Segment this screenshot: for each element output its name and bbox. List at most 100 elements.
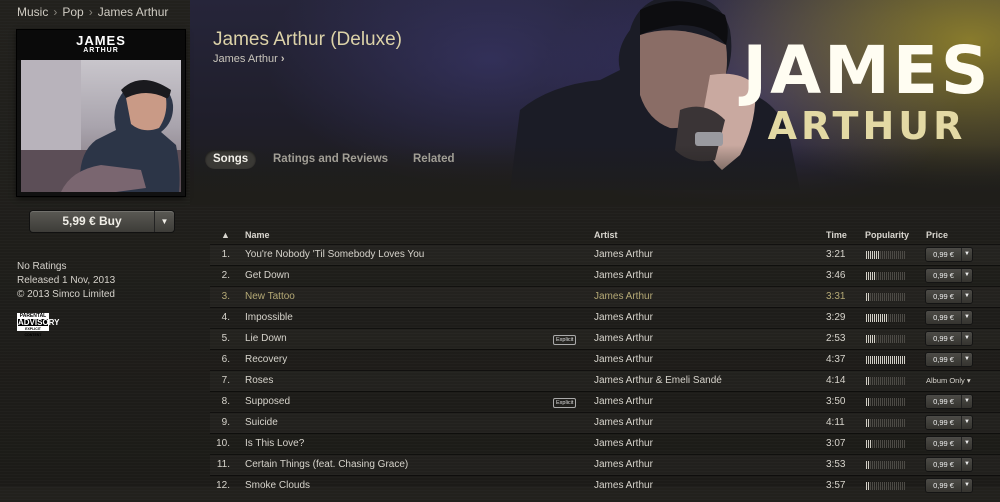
table-row[interactable]: 5. Lie Down Explicit James Arthur 2:53 0,99 €… [210, 328, 1000, 349]
track-time: 2:53 [826, 333, 846, 344]
track-time: 3:07 [826, 438, 846, 449]
track-number: 8. [221, 396, 230, 407]
popularity-bar [866, 272, 906, 280]
popularity-bar [866, 251, 906, 259]
breadcrumb-artist: James Arthur [97, 5, 169, 19]
price-button[interactable]: 0,99 € ▼ [926, 248, 972, 261]
price-button[interactable]: 0,99 € ▼ [926, 311, 972, 324]
chevron-down-icon[interactable]: ▼ [961, 353, 972, 366]
track-name: Roses [245, 375, 274, 386]
chevron-down-icon[interactable]: ▼ [961, 248, 972, 261]
price-button[interactable]: 0,99 € ▼ [926, 479, 972, 492]
album-artist-name: James Arthur [213, 53, 278, 65]
track-number: 4. [221, 312, 230, 323]
tab-songs[interactable]: Songs [205, 150, 257, 169]
chevron-down-icon[interactable]: ▼ [961, 269, 972, 282]
price-button[interactable]: 0,99 € ▼ [926, 353, 972, 366]
track-artist: James Arthur [594, 417, 653, 428]
album-cover[interactable]: JAMES ARTHUR [17, 30, 185, 196]
table-row[interactable]: 3. New Tattoo James Arthur 3:31 0,99 € ▼ [210, 286, 1000, 307]
track-time: 3:57 [826, 480, 846, 491]
track-name: Smoke Clouds [245, 480, 311, 491]
track-time: 3:21 [826, 249, 846, 260]
cover-title: JAMES ARTHUR [17, 30, 185, 60]
track-artist: James Arthur [594, 249, 653, 260]
breadcrumb-music[interactable]: Music [17, 5, 48, 19]
chevron-down-icon[interactable]: ▼ [961, 479, 972, 492]
price-button[interactable]: 0,99 € ▼ [926, 269, 972, 282]
price-button[interactable]: 0,99 € ▼ [926, 437, 972, 450]
popularity-bar [866, 482, 906, 490]
chevron-right-icon: › [280, 53, 285, 65]
price-label: 0,99 € [933, 397, 954, 406]
table-row[interactable]: 2. Get Down James Arthur 3:46 0,99 € ▼ [210, 265, 1000, 286]
column-price[interactable]: Price [926, 230, 948, 240]
chevron-down-icon[interactable]: ▼ [154, 211, 174, 232]
table-row[interactable]: 8. Supposed Explicit James Arthur 3:50 0,99 €… [210, 391, 1000, 412]
copyright: © 2013 Simco Limited [17, 289, 115, 300]
track-artist: James Arthur [594, 312, 653, 323]
track-number: 12. [216, 480, 230, 491]
track-time: 3:50 [826, 396, 846, 407]
table-row[interactable]: 9. Suicide James Arthur 4:11 0,99 € ▼ [210, 412, 1000, 433]
release-date: Released 1 Nov, 2013 [17, 275, 116, 286]
buy-album-button[interactable]: 5,99 € Buy ▼ [30, 211, 174, 232]
price-button[interactable]: 0,99 € ▼ [926, 395, 972, 408]
parental-bot: EXPLICIT CONTENT [24, 327, 42, 337]
track-artist: James Arthur [594, 270, 653, 281]
sort-icon[interactable]: ▲ [221, 230, 230, 240]
price-button[interactable]: 0,99 € ▼ [926, 458, 972, 471]
price-button[interactable]: 0,99 € ▼ [926, 290, 972, 303]
price-button[interactable]: 0,99 € ▼ [926, 332, 972, 345]
parental-mid: ADVISORY [18, 318, 60, 327]
track-number: 2. [221, 270, 230, 281]
track-number: 11. [216, 459, 230, 470]
track-name: Suicide [245, 417, 278, 428]
column-time[interactable]: Time [826, 230, 847, 240]
breadcrumb: Music › Pop › James Arthur [17, 5, 168, 19]
table-row[interactable]: 7. Roses James Arthur & Emeli Sandé 4:14 Alb… [210, 370, 1000, 391]
popularity-bar [866, 419, 906, 427]
track-artist: James Arthur [594, 291, 653, 302]
chevron-down-icon[interactable]: ▼ [961, 458, 972, 471]
breadcrumb-pop[interactable]: Pop [62, 5, 83, 19]
track-time: 4:14 [826, 375, 846, 386]
column-name[interactable]: Name [245, 230, 270, 240]
chevron-down-icon[interactable]: ▼ [961, 290, 972, 303]
table-row[interactable]: 4. Impossible James Arthur 3:29 0,99 € ▼ [210, 307, 1000, 328]
cover-title-line1: JAMES [76, 33, 126, 48]
price-label: 0,99 € [933, 271, 954, 280]
track-time: 4:37 [826, 354, 846, 365]
price-label: 0,99 € [933, 250, 954, 259]
tab-related[interactable]: Related [405, 150, 463, 169]
chevron-down-icon[interactable]: ▼ [961, 437, 972, 450]
price-label: 0,99 € [933, 334, 954, 343]
table-row[interactable]: 10. Is This Love? James Arthur 3:07 0,99 € ▼ [210, 433, 1000, 454]
chevron-right-icon: › [88, 5, 93, 19]
track-name: Lie Down [245, 333, 287, 344]
track-name: Is This Love? [245, 438, 305, 449]
table-row[interactable]: 1. You're Nobody 'Til Somebody Loves You J… [210, 244, 1000, 265]
chevron-down-icon[interactable]: ▼ [961, 332, 972, 345]
chevron-down-icon[interactable]: ▼ [961, 395, 972, 408]
tab-ratings-reviews[interactable]: Ratings and Reviews [265, 150, 396, 169]
column-popularity[interactable]: Popularity [865, 230, 909, 240]
chevron-down-icon[interactable]: ▼ [961, 311, 972, 324]
album-only-label[interactable]: Album Only ▾ [926, 371, 971, 391]
album-meta: No Ratings Released 1 Nov, 2013 © 2013 S… [17, 260, 115, 302]
table-row[interactable]: 12. Smoke Clouds James Arthur 3:57 0,99 € ▼ [210, 475, 1000, 496]
hero-name-line1: JAMES [742, 32, 992, 109]
album-artist-link[interactable]: James Arthur › [213, 53, 285, 65]
table-row[interactable]: 11. Certain Things (feat. Chasing Grace) J… [210, 454, 1000, 475]
column-artist[interactable]: Artist [594, 230, 618, 240]
track-name: Impossible [245, 312, 293, 323]
price-button[interactable]: 0,99 € ▼ [926, 416, 972, 429]
chevron-down-icon[interactable]: ▼ [961, 416, 972, 429]
table-row[interactable]: 6. Recovery James Arthur 4:37 0,99 € ▼ [210, 349, 1000, 370]
popularity-bar [866, 335, 906, 343]
track-number: 7. [221, 375, 230, 386]
track-name: Certain Things (feat. Chasing Grace) [245, 459, 409, 470]
table-header: ▲ Name Artist Time Popularity Price [210, 226, 1000, 244]
track-artist: James Arthur [594, 333, 653, 344]
track-number: 5. [221, 333, 230, 344]
